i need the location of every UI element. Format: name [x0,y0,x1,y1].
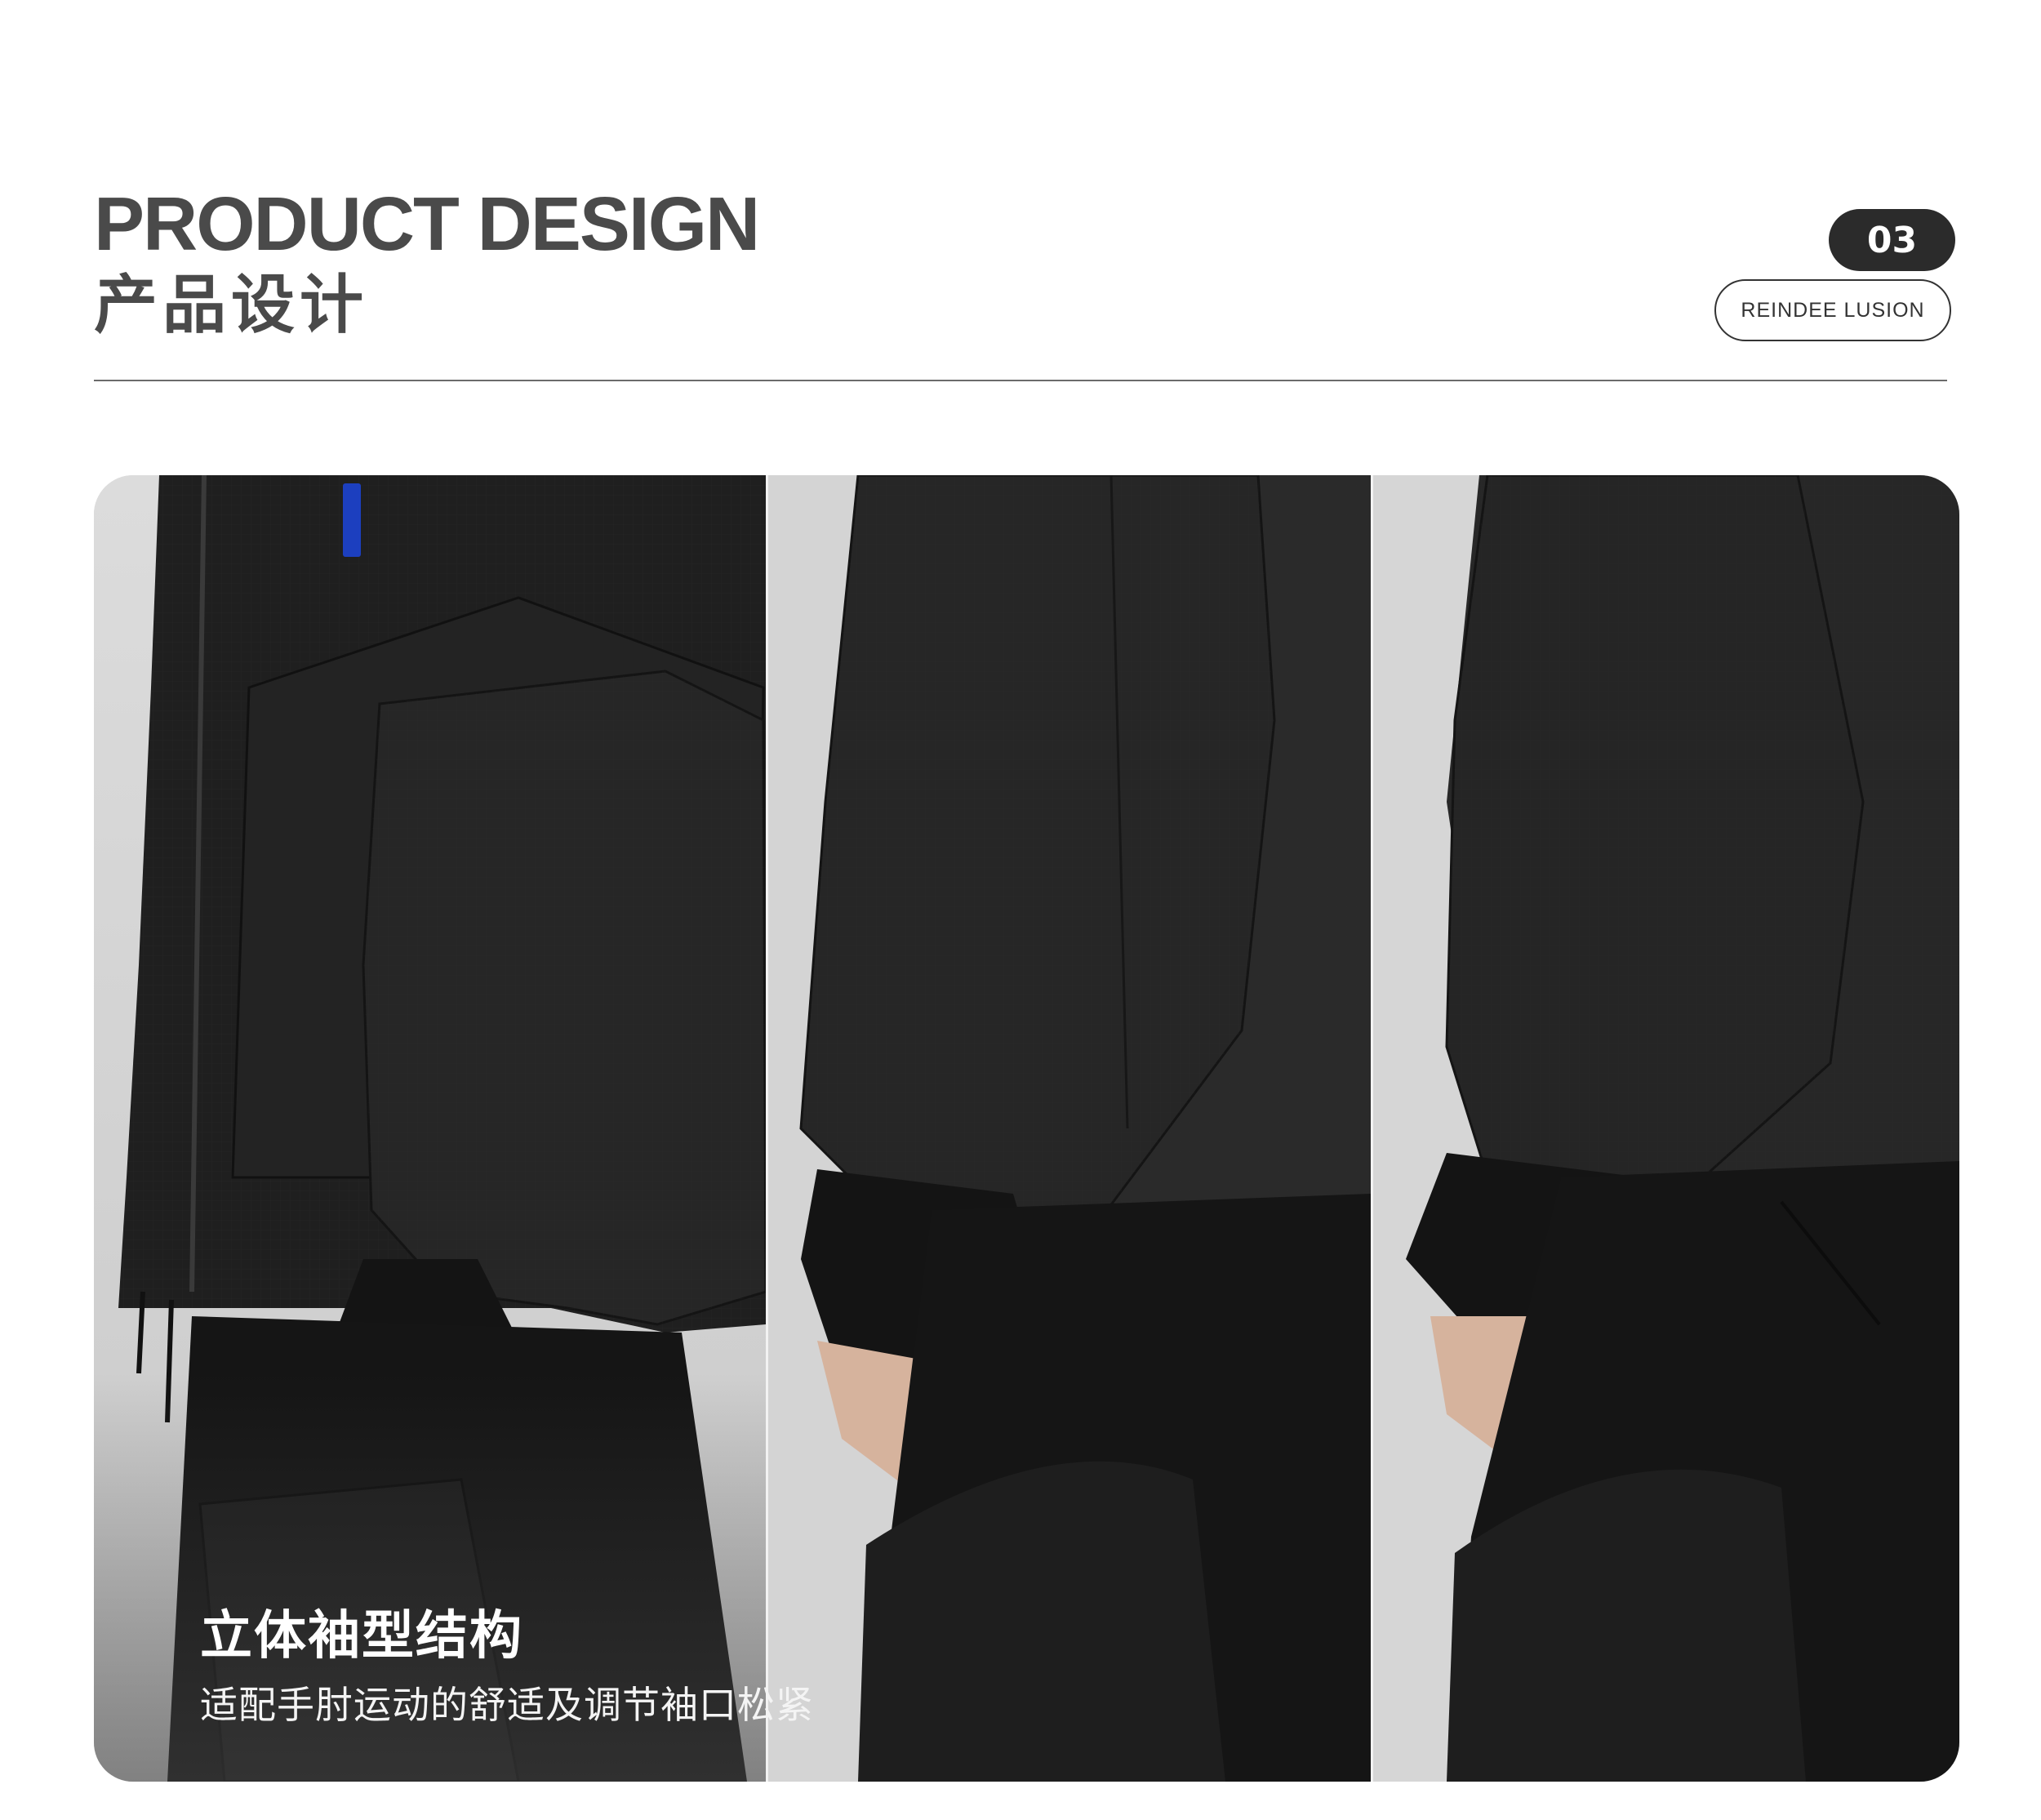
page-title-cn: 产品设计 [94,269,369,342]
jacket-sleeve-back-view-photo [768,475,1371,1782]
photo-card: 立体袖型结构 适配手肘运动的舒适及调节袖口松紧 [94,475,1959,1782]
brand-pill: REINDEE LUSION [1714,279,1951,341]
header-divider [94,380,1947,381]
feature-title: 立体袖型结构 [200,1606,523,1666]
feature-description: 适配手肘运动的舒适及调节袖口松紧 [200,1683,814,1727]
page-title-en: PRODUCT DESIGN [94,181,760,266]
page-number-badge: 03 [1829,209,1955,271]
jacket-sleeve-cuff-view-photo [1373,475,1959,1782]
